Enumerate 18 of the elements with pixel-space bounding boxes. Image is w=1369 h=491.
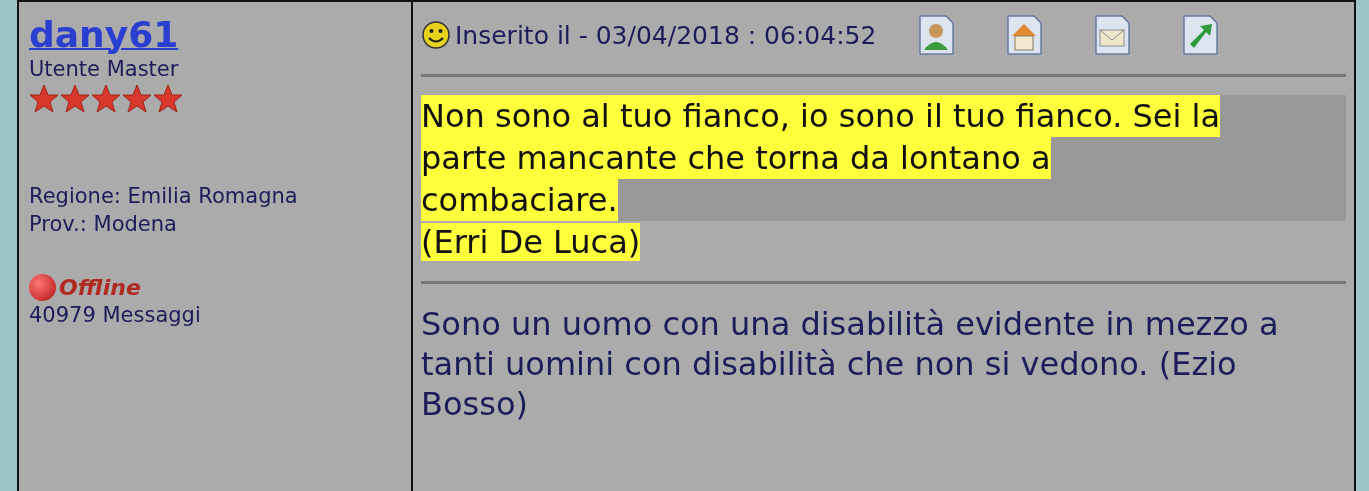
star-icon <box>153 84 183 113</box>
quote-source: (Erri De Luca) <box>421 223 641 261</box>
username-link[interactable]: dany61 <box>29 14 179 56</box>
post-date: Inserito il - 03/04/2018 : 06:04:52 <box>455 20 877 50</box>
star-icon <box>91 84 121 113</box>
envelope-icon[interactable] <box>1092 14 1133 56</box>
user-rank: Utente Master <box>29 56 179 82</box>
star-icon <box>122 84 152 113</box>
status-text: Offline <box>59 275 141 300</box>
home-icon[interactable] <box>1004 14 1045 56</box>
post-count: 40979 Messaggi <box>29 302 201 329</box>
province-text: Prov.: Modena <box>29 211 177 238</box>
region-text: Regione: Emilia Romagna <box>29 183 298 210</box>
smiley-icon <box>421 20 451 50</box>
profile-icon[interactable] <box>916 14 957 56</box>
star-icon <box>29 84 59 113</box>
signature-text: Sono un uomo con una disabilità evidente in mezzo a tanti uomini con disabilità che non si vedono. (Ezio Bosso) <box>421 304 1280 424</box>
star-icon <box>60 84 90 113</box>
